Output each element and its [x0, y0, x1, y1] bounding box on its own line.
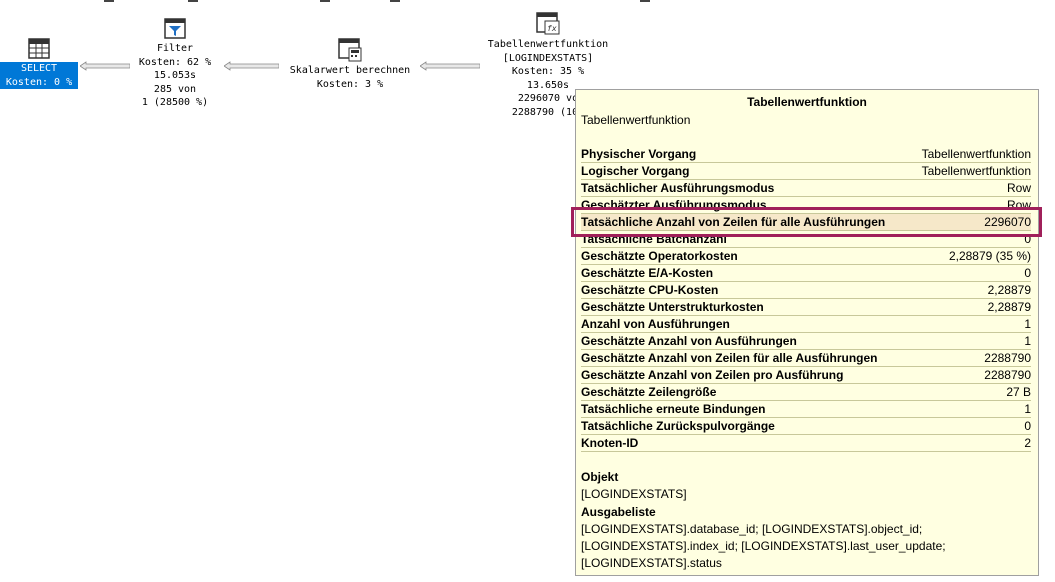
property-value: 1	[1024, 317, 1031, 331]
edge-mark	[320, 0, 330, 2]
property-row: Physischer Vorgang Tabellenwertfunktion	[581, 146, 1031, 163]
property-row: Geschätzte Anzahl von Ausführungen 1	[581, 333, 1031, 350]
filter-time: 15.053s	[153, 70, 197, 81]
property-row: Geschätzte Unterstrukturkosten 2,28879	[581, 299, 1031, 316]
property-row: Knoten-ID 2	[581, 435, 1031, 452]
property-key: Geschätzte Zeilengröße	[581, 385, 717, 399]
property-value: Row	[1006, 181, 1031, 195]
property-key: Physischer Vorgang	[581, 147, 697, 161]
output-list-line: [LOGINDEXSTATS].database_id; [LOGINDEXST…	[581, 522, 923, 536]
output-list-heading: Ausgabeliste	[581, 505, 656, 519]
svg-text:fx: fx	[547, 24, 557, 33]
property-value: Tabellenwertfunktion	[921, 164, 1031, 178]
top-edge	[0, 0, 1055, 3]
compute-scalar-cost: Kosten: 3 %	[316, 78, 384, 90]
property-value: 2,28879	[987, 300, 1031, 314]
filter-cost: Kosten: 62 %	[138, 56, 212, 68]
plan-node-compute-scalar[interactable]: Skalarwert berechnen Kosten: 3 %	[283, 38, 417, 91]
property-value: 2288790	[984, 351, 1031, 365]
operator-tooltip: Tabellenwertfunktion Tabellenwertfunktio…	[575, 89, 1039, 576]
property-key: Geschätzte Anzahl von Ausführungen	[581, 334, 797, 348]
property-key: Geschätzte Anzahl von Zeilen pro Ausführ…	[581, 368, 844, 382]
flow-arrow	[224, 61, 279, 71]
select-label-box: SELECT Kosten: 0 %	[0, 62, 78, 89]
property-value: 1	[1024, 334, 1031, 348]
edge-mark	[104, 0, 114, 2]
filter-estimate: 1 (28500 %)	[141, 97, 209, 108]
property-value: 2	[1024, 436, 1031, 450]
property-key: Anzahl von Ausführungen	[581, 317, 730, 331]
tvf-title: Tabellenwertfunktion	[487, 39, 609, 50]
filter-rows: 285 von	[153, 83, 197, 95]
property-row: Tatsächliche Zurückspulvorgänge 0	[581, 418, 1031, 435]
property-key: Geschätzte Unterstrukturkosten	[581, 300, 764, 314]
property-row: Tatsächlicher Ausführungsmodus Row	[581, 180, 1031, 197]
property-key: Geschätzte Operatorkosten	[581, 249, 738, 263]
property-row: Geschätzte Operatorkosten 2,28879 (35 %)	[581, 248, 1031, 265]
select-cost: Kosten: 0 %	[5, 76, 73, 88]
compute-scalar-icon	[338, 38, 362, 62]
property-value: 2,28879 (35 %)	[948, 249, 1031, 263]
property-row: Geschätzte Anzahl von Zeilen für alle Au…	[581, 350, 1031, 367]
property-row: Geschätzte CPU-Kosten 2,28879	[581, 282, 1031, 299]
property-row: Anzahl von Ausführungen 1	[581, 316, 1031, 333]
tvf-object: [LOGINDEXSTATS]	[502, 52, 594, 64]
output-list-line: [LOGINDEXSTATS].index_id; [LOGINDEXSTATS…	[581, 539, 946, 553]
property-row: Logischer Vorgang Tabellenwertfunktion	[581, 163, 1031, 180]
filter-title: Filter	[156, 43, 194, 54]
flow-arrow	[420, 61, 480, 71]
property-row: Geschätzte Zeilengröße 27 B	[581, 384, 1031, 401]
select-icon	[28, 38, 50, 59]
property-value: 0	[1024, 266, 1031, 280]
compute-scalar-title: Skalarwert berechnen	[289, 65, 411, 76]
property-key: Geschätzte Anzahl von Zeilen für alle Au…	[581, 351, 878, 365]
property-list: Physischer Vorgang Tabellenwertfunktion Lo…	[581, 146, 1031, 452]
property-value: 2288790	[984, 368, 1031, 382]
object-value: [LOGINDEXSTATS]	[581, 487, 687, 501]
output-list-line: [LOGINDEXSTATS].status	[581, 556, 722, 570]
property-value: 0	[1024, 419, 1031, 433]
property-value: Tabellenwertfunktion	[921, 147, 1031, 161]
object-heading: Objekt	[581, 470, 619, 484]
select-label: SELECT	[20, 63, 58, 74]
property-key: Tatsächlicher Ausführungsmodus	[581, 181, 775, 195]
table-valued-function-icon: fx	[536, 12, 560, 35]
property-value: 1	[1024, 402, 1031, 416]
edge-mark	[390, 0, 400, 2]
plan-node-filter[interactable]: Filter Kosten: 62 % 15.053s 285 von 1 (2…	[125, 18, 225, 110]
flow-arrow	[80, 61, 130, 71]
tooltip-subtitle: Tabellenwertfunktion	[581, 113, 691, 127]
property-key: Logischer Vorgang	[581, 164, 690, 178]
property-key: Knoten-ID	[581, 436, 639, 450]
edge-mark	[640, 0, 650, 2]
property-value: 27 B	[1006, 385, 1031, 399]
tvf-cost: Kosten: 35 %	[511, 66, 585, 77]
filter-icon	[164, 18, 186, 39]
property-key: Geschätzte E/A-Kosten	[581, 266, 714, 280]
property-row: Geschätzte E/A-Kosten 0	[581, 265, 1031, 282]
property-row: Geschätzte Anzahl von Zeilen pro Ausführ…	[581, 367, 1031, 384]
highlight-frame	[571, 207, 1042, 237]
property-key: Tatsächliche Zurückspulvorgänge	[581, 419, 775, 433]
property-value: 2,28879	[987, 283, 1031, 297]
property-key: Tatsächliche erneute Bindungen	[581, 402, 766, 416]
edge-mark	[188, 0, 198, 2]
property-row: Tatsächliche erneute Bindungen 1	[581, 401, 1031, 418]
tooltip-title: Tabellenwertfunktion	[747, 95, 867, 109]
plan-node-select[interactable]: SELECT Kosten: 0 %	[0, 38, 78, 89]
property-key: Geschätzte CPU-Kosten	[581, 283, 719, 297]
